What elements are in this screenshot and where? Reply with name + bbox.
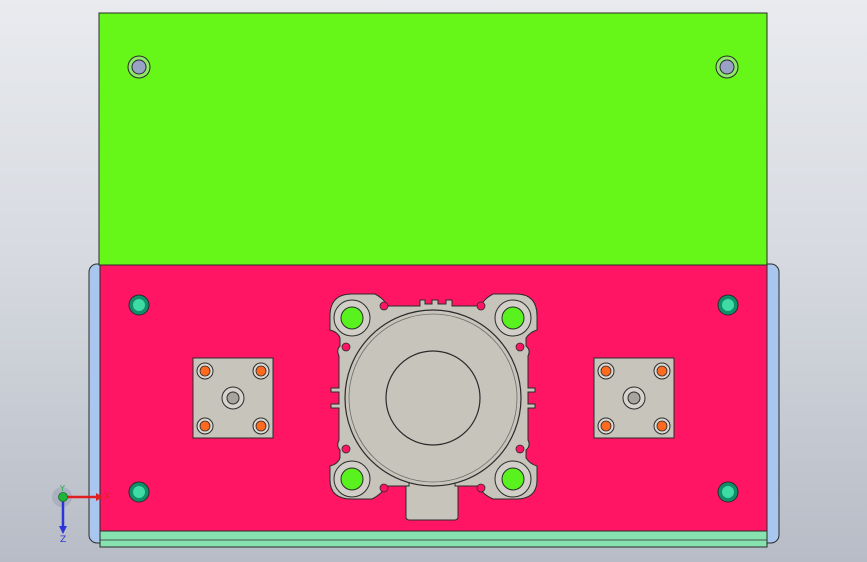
y-axis-label: Y xyxy=(59,484,65,493)
screw-head xyxy=(196,362,214,380)
dowel-pin-bottom-right[interactable] xyxy=(717,481,739,503)
piston-rod-face xyxy=(385,350,481,446)
top-plate-hole-left[interactable] xyxy=(127,55,151,79)
dowel-pin-bottom-left[interactable] xyxy=(128,481,150,503)
dowel-pin-top-right[interactable] xyxy=(717,294,739,316)
screw-head xyxy=(252,362,270,380)
dowel-pin-top-left[interactable] xyxy=(128,294,150,316)
cad-viewport[interactable]: X Y Z xyxy=(0,0,867,562)
cylinder-bolt-bottom-right[interactable] xyxy=(494,460,532,498)
base-strip[interactable] xyxy=(99,530,768,548)
x-axis-label: X xyxy=(104,492,110,502)
screw-head xyxy=(653,417,671,435)
screw-head xyxy=(597,362,615,380)
cylinder-bolt-bottom-left[interactable] xyxy=(333,460,371,498)
mount-block-right[interactable] xyxy=(593,357,675,439)
screw-head xyxy=(252,417,270,435)
mount-block-left[interactable] xyxy=(192,357,274,439)
screw-head xyxy=(196,417,214,435)
top-plate[interactable] xyxy=(98,12,768,266)
z-axis-label: Z xyxy=(60,535,66,545)
screw-head xyxy=(597,417,615,435)
screw-head xyxy=(653,362,671,380)
y-axis-dot xyxy=(58,492,68,502)
center-bolt xyxy=(221,386,245,410)
cylinder-bolt-top-left[interactable] xyxy=(333,299,371,337)
top-plate-hole-right[interactable] xyxy=(715,55,739,79)
cylinder-bolt-top-right[interactable] xyxy=(494,299,532,337)
center-bolt xyxy=(622,386,646,410)
